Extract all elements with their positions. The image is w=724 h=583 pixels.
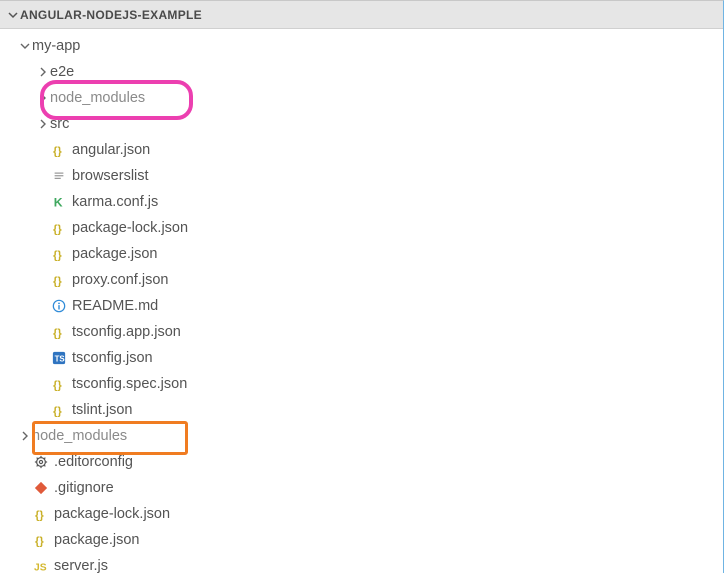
tree-item-my-app[interactable]: my-app: [0, 33, 723, 59]
tree-item-browserslist[interactable]: browserslist: [0, 163, 723, 189]
tree-item-label: package-lock.json: [72, 220, 188, 236]
info-icon: [50, 299, 68, 313]
json-icon: {}: [32, 533, 50, 548]
json-icon: {}: [50, 377, 68, 392]
tree-item-server.js[interactable]: JS server.js: [0, 553, 723, 579]
gear-icon: [32, 455, 50, 469]
tree-item-label: browserslist: [72, 168, 149, 184]
tree-item-label: tsconfig.app.json: [72, 324, 181, 340]
karma-icon: K: [50, 195, 68, 209]
tree-item-label: karma.conf.js: [72, 194, 158, 210]
tree-item-label: e2e: [50, 64, 74, 80]
tree-item-label: README.md: [72, 298, 158, 314]
svg-text:{}: {}: [34, 509, 43, 521]
tree-item-README.md[interactable]: README.md: [0, 293, 723, 319]
json-icon: {}: [32, 507, 50, 522]
svg-text:K: K: [54, 195, 63, 209]
chevron-right-icon[interactable]: [36, 93, 50, 103]
tree-item-label: server.js: [54, 558, 108, 574]
text-icon: [50, 169, 68, 183]
tree-item-label: angular.json: [72, 142, 150, 158]
tree-item-tsconfig.app.json[interactable]: {} tsconfig.app.json: [0, 319, 723, 345]
tree-item-root-package[interactable]: {} package.json: [0, 527, 723, 553]
tree-item-label: package.json: [72, 246, 157, 262]
json-icon: {}: [50, 403, 68, 418]
svg-text:{}: {}: [52, 223, 61, 235]
svg-text:{}: {}: [52, 145, 61, 157]
json-icon: {}: [50, 273, 68, 288]
tree-item-label: node_modules: [32, 428, 127, 444]
json-icon: {}: [50, 247, 68, 262]
js-icon: JS: [32, 559, 50, 574]
svg-text:{}: {}: [34, 535, 43, 547]
svg-text:{}: {}: [52, 249, 61, 261]
tree-item-tsconfig.spec.json[interactable]: {} tsconfig.spec.json: [0, 371, 723, 397]
chevron-right-icon[interactable]: [18, 431, 32, 441]
tree-item-label: .editorconfig: [54, 454, 133, 470]
tree-item-src[interactable]: src: [0, 111, 723, 137]
explorer-panel-header[interactable]: ANGULAR-NODEJS-EXAMPLE: [0, 1, 723, 29]
tree-item-label: package-lock.json: [54, 506, 170, 522]
tree-item-proxy.conf.json[interactable]: {} proxy.conf.json: [0, 267, 723, 293]
tree-item-label: .gitignore: [54, 480, 114, 496]
tree-item-node_modules_2[interactable]: node_modules: [0, 423, 723, 449]
svg-text:TS: TS: [55, 355, 65, 364]
tree-item-karma.conf.js[interactable]: Kkarma.conf.js: [0, 189, 723, 215]
chevron-down-icon: [6, 10, 20, 20]
tree-item-package-lock.json[interactable]: {} package-lock.json: [0, 215, 723, 241]
git-icon: [32, 481, 50, 495]
tree-item-label: tsconfig.spec.json: [72, 376, 187, 392]
tree-item-tsconfig.json[interactable]: TS tsconfig.json: [0, 345, 723, 371]
chevron-down-icon[interactable]: [18, 41, 32, 51]
file-tree: my-appe2enode_modulessrc{}angular.jsonbr…: [0, 29, 723, 583]
svg-text:{}: {}: [52, 405, 61, 417]
tree-item-label: node_modules: [50, 90, 145, 106]
ts-icon: TS: [50, 351, 68, 365]
json-icon: {}: [50, 221, 68, 236]
tree-item-label: tsconfig.json: [72, 350, 153, 366]
panel-title: ANGULAR-NODEJS-EXAMPLE: [20, 8, 202, 22]
tree-item-e2e[interactable]: e2e: [0, 59, 723, 85]
tree-item-label: my-app: [32, 38, 80, 54]
tree-item-root-package-lock[interactable]: {} package-lock.json: [0, 501, 723, 527]
svg-text:{}: {}: [52, 379, 61, 391]
tree-item-tslint.json[interactable]: {} tslint.json: [0, 397, 723, 423]
json-icon: {}: [50, 325, 68, 340]
svg-text:{}: {}: [52, 327, 61, 339]
svg-text:{}: {}: [52, 275, 61, 287]
chevron-right-icon[interactable]: [36, 119, 50, 129]
tree-item-label: package.json: [54, 532, 139, 548]
svg-text:JS: JS: [34, 562, 47, 573]
tree-item-node_modules_1[interactable]: node_modules: [0, 85, 723, 111]
tree-item-editorconfig[interactable]: .editorconfig: [0, 449, 723, 475]
tree-item-label: src: [50, 116, 69, 132]
tree-item-package.json[interactable]: {} package.json: [0, 241, 723, 267]
tree-item-label: proxy.conf.json: [72, 272, 168, 288]
tree-item-gitignore[interactable]: .gitignore: [0, 475, 723, 501]
tree-item-label: tslint.json: [72, 402, 132, 418]
tree-item-angular.json[interactable]: {} angular.json: [0, 137, 723, 163]
chevron-right-icon[interactable]: [36, 67, 50, 77]
json-icon: {}: [50, 143, 68, 158]
